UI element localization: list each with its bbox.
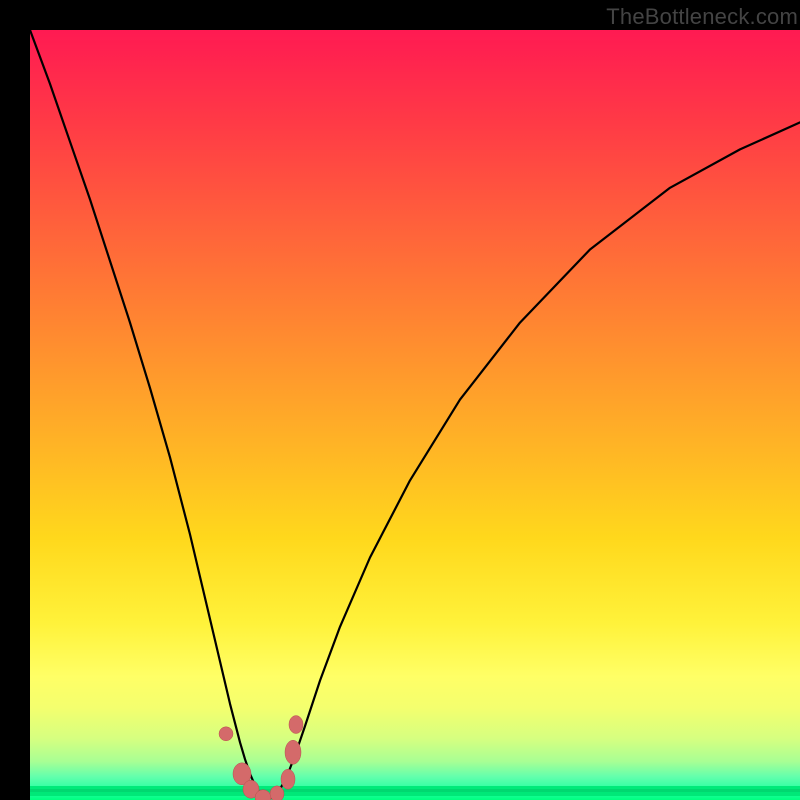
bottleneck-curve bbox=[30, 30, 800, 799]
curve-layer bbox=[30, 30, 800, 800]
highlight-point bbox=[270, 786, 284, 800]
highlight-point bbox=[219, 727, 233, 741]
highlight-point bbox=[285, 740, 301, 764]
watermark-text: TheBottleneck.com bbox=[606, 4, 798, 30]
highlighted-points-group bbox=[219, 716, 303, 800]
highlight-point bbox=[281, 769, 295, 789]
highlight-point bbox=[289, 716, 303, 734]
chart-frame: TheBottleneck.com bbox=[0, 0, 800, 800]
